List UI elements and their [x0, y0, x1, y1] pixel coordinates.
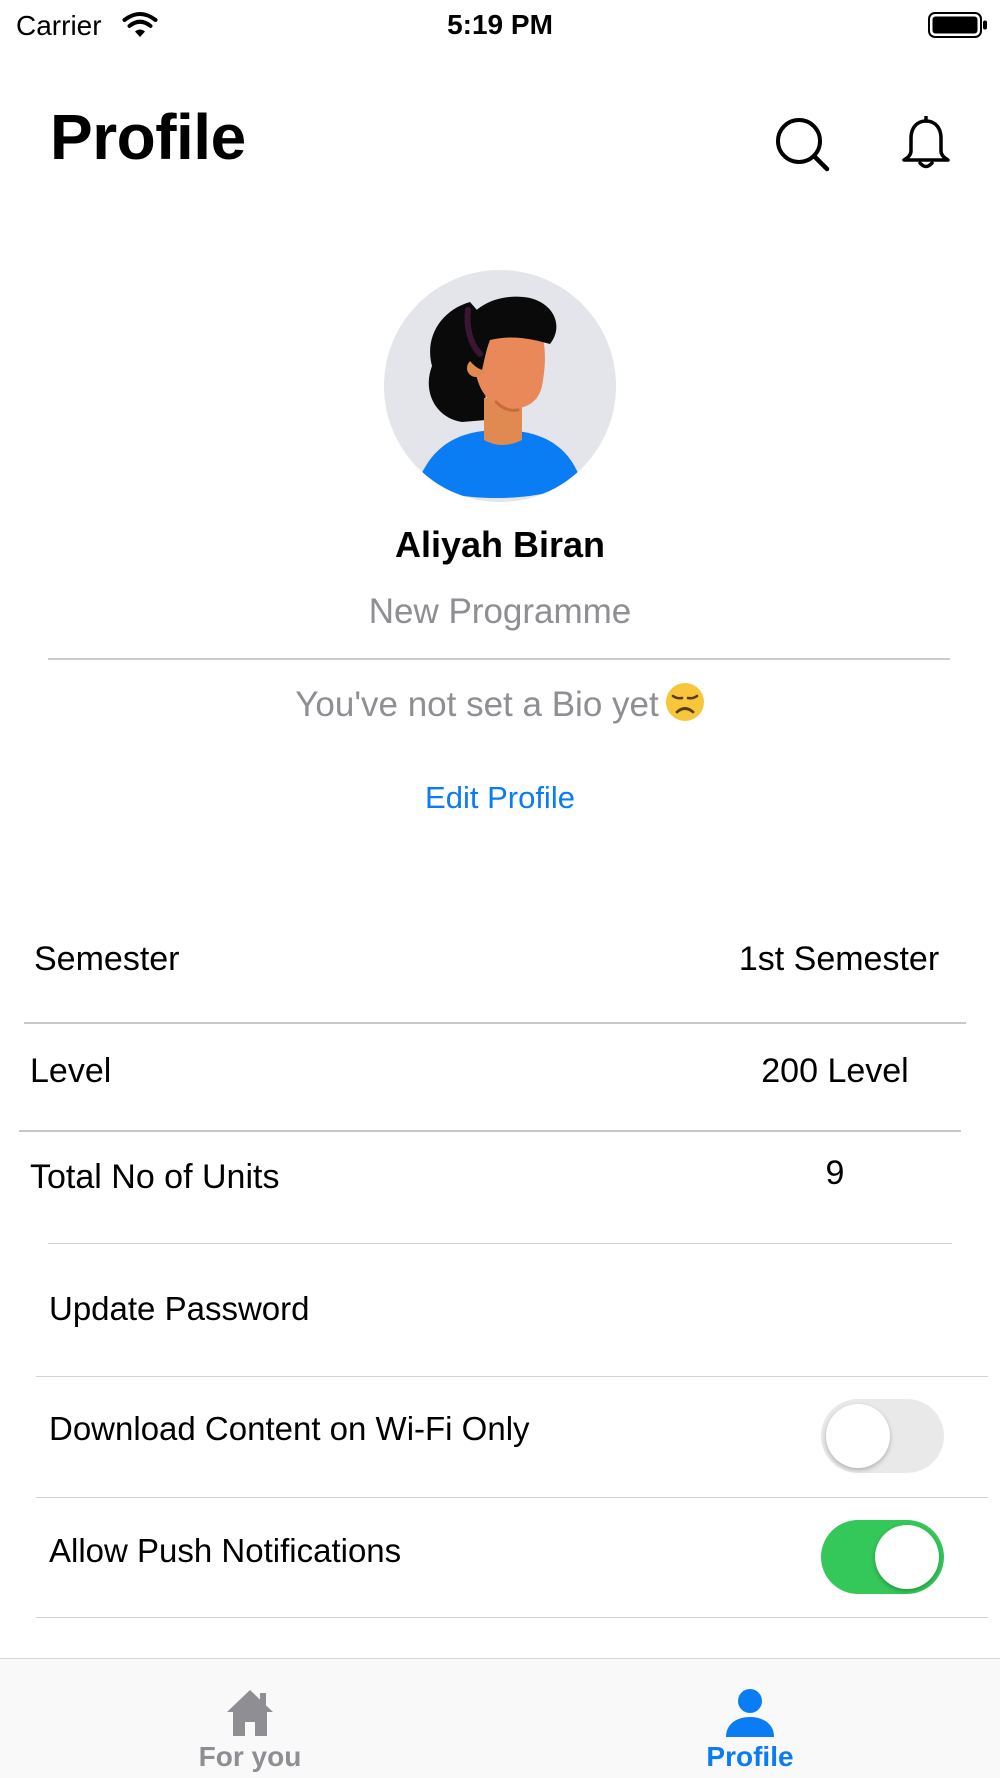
- battery-icon: [928, 12, 987, 38]
- toggle-knob: [875, 1525, 939, 1589]
- update-password-item[interactable]: Update Password: [49, 1290, 309, 1328]
- avatar-illustration: [384, 270, 616, 502]
- divider: [48, 658, 950, 660]
- push-notifications-toggle[interactable]: [821, 1520, 944, 1594]
- row-divider: [19, 1130, 961, 1132]
- info-row-units: Total No of Units 9: [30, 1154, 950, 1218]
- programme-label: New Programme: [368, 592, 632, 631]
- status-bar: Carrier 5:19 PM: [0, 0, 1000, 50]
- toggle-knob: [826, 1404, 890, 1468]
- settings-divider: [36, 1617, 988, 1618]
- avatar[interactable]: [384, 270, 616, 502]
- semester-value: 1st Semester: [738, 940, 940, 978]
- edit-profile-link[interactable]: Edit Profile: [0, 780, 1000, 816]
- user-name: Aliyah Biran: [394, 524, 606, 565]
- settings-divider: [48, 1243, 952, 1244]
- row-divider: [24, 1022, 966, 1024]
- units-label: Total No of Units: [30, 1158, 280, 1196]
- home-icon: [227, 1690, 273, 1736]
- tab-profile[interactable]: Profile: [640, 1659, 860, 1778]
- info-row-semester: Semester 1st Semester: [34, 940, 954, 1000]
- level-value: 200 Level: [761, 1052, 909, 1090]
- status-time: 5:19 PM: [447, 9, 553, 40]
- units-value: 9: [825, 1154, 845, 1192]
- person-icon: [726, 1689, 774, 1737]
- settings-divider: [36, 1376, 988, 1377]
- tab-label: Profile: [706, 1741, 794, 1772]
- search-icon[interactable]: [774, 116, 830, 172]
- level-label: Level: [30, 1052, 112, 1090]
- bio-row: You've not set a Bio yet: [0, 682, 1000, 725]
- info-row-level: Level 200 Level: [30, 1052, 950, 1112]
- settings-divider: [36, 1497, 988, 1498]
- disappointed-face-emoji: [665, 683, 704, 721]
- wifi-only-toggle[interactable]: [821, 1399, 944, 1473]
- tab-label: For you: [198, 1741, 302, 1772]
- bio-text: You've not set a Bio yet: [295, 685, 659, 724]
- push-notifications-label: Allow Push Notifications: [49, 1532, 402, 1569]
- tab-bar: For you Profile: [0, 1658, 1000, 1778]
- wifi-only-label: Download Content on Wi-Fi Only: [49, 1410, 530, 1447]
- page-title: Profile: [50, 101, 246, 173]
- semester-label: Semester: [34, 940, 180, 978]
- tab-for-you[interactable]: For you: [140, 1659, 360, 1778]
- bell-icon[interactable]: [898, 116, 954, 172]
